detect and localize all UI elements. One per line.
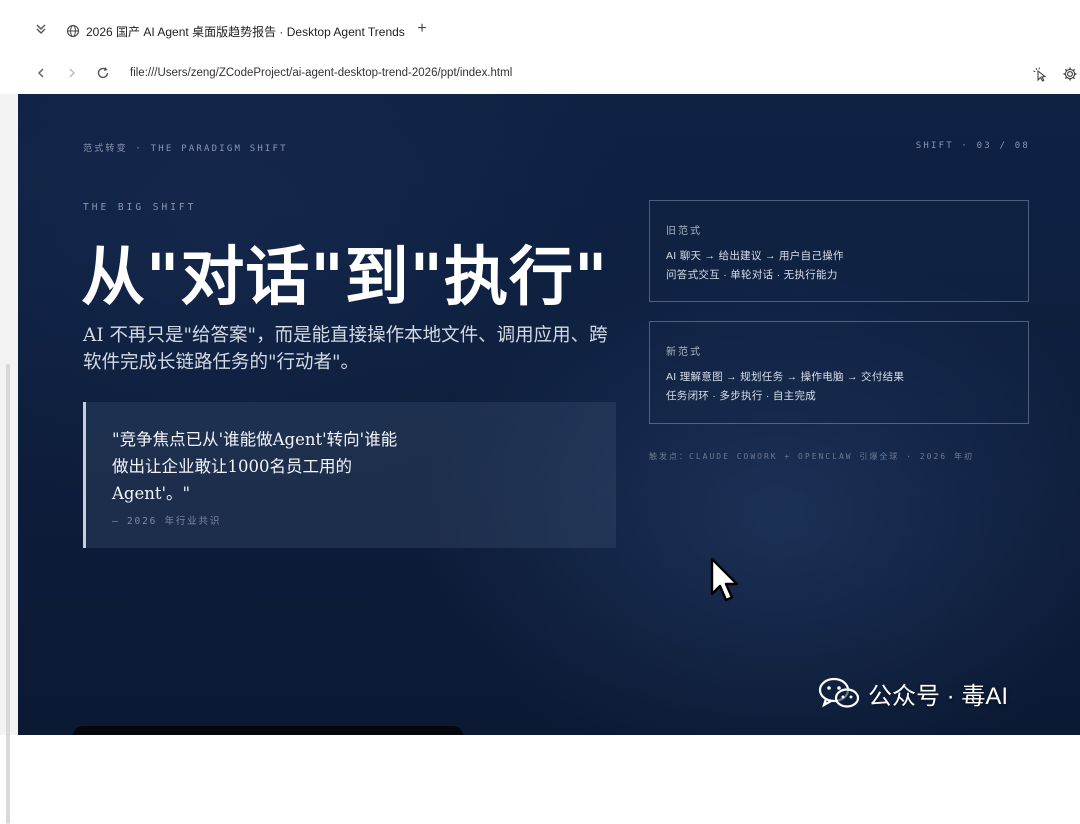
reload-button[interactable] [95, 66, 111, 82]
new-paradigm-label: 新范式 [666, 347, 702, 358]
arrow-right-icon [69, 68, 76, 78]
chevron-double-down-icon[interactable] [33, 22, 49, 38]
quote-text: "竞争焦点已从'谁能做Agent'转向'谁能做出让企业敢让1000名员工用的Ag… [112, 430, 398, 503]
bottom-navigation-bar[interactable] [73, 726, 463, 735]
arrow-left-icon [37, 68, 44, 78]
scrollbar-thumb[interactable] [6, 364, 10, 824]
watermark-text: 公众号 · 毒AI [868, 682, 1009, 710]
trigger-note: 触发点：CLAUDE COWORK + OPENCLAW 引爆全球 · 2026… [649, 452, 974, 461]
old-paradigm-label: 旧范式 [666, 226, 702, 237]
new-paradigm-traits: 任务闭环 · 多步执行 · 自主完成 [666, 390, 817, 402]
gear-icon[interactable] [1062, 66, 1078, 82]
globe-icon [66, 24, 80, 38]
old-paradigm-card: 旧范式 AI 聊天 → 给出建议 → 用户自己操作 问答式交互 · 单轮对话 ·… [649, 200, 1029, 302]
page-indicator: SHIFT · 03 / 08 [915, 141, 1030, 151]
presentation-slide: 范式转变 · THE PARADIGM SHIFT SHIFT · 03 / 0… [18, 94, 1080, 735]
eyebrow-label: THE BIG SHIFT [83, 202, 197, 213]
quote-source: — 2026 年行业共识 [112, 516, 222, 527]
cursor-sparkle-icon[interactable] [1032, 66, 1048, 82]
old-paradigm-traits: 问答式交互 · 单轮对话 · 无执行能力 [666, 269, 838, 281]
browser-address-bar: file:///Users/zeng/ZCodeProject/ai-agent… [0, 58, 1080, 94]
new-paradigm-flow: AI 理解意图 → 规划任务 → 操作电脑 → 交付结果 [666, 371, 905, 383]
slide-headline: 从"对话"到"执行" [81, 240, 609, 315]
back-button[interactable] [33, 66, 49, 82]
section-label: 范式转变 · THE PARADIGM SHIFT [83, 144, 288, 154]
new-tab-button[interactable]: + [413, 20, 431, 38]
watermark: 公众号 · 毒AI [818, 673, 1008, 713]
url-field[interactable]: file:///Users/zeng/ZCodeProject/ai-agent… [130, 67, 512, 79]
forward-button[interactable] [64, 66, 80, 82]
old-paradigm-flow: AI 聊天 → 给出建议 → 用户自己操作 [666, 250, 844, 262]
slide-subtitle: AI 不再只是"给答案"，而是能直接操作本地文件、调用应用、跨软件完成长链路任务… [83, 325, 608, 373]
reload-icon [97, 67, 109, 79]
wechat-icon [818, 676, 860, 710]
tab-title[interactable]: 2026 国产 AI Agent 桌面版趋势报告 · Desktop Agent… [86, 23, 405, 40]
new-paradigm-card: 新范式 AI 理解意图 → 规划任务 → 操作电脑 → 交付结果 任务闭环 · … [649, 321, 1029, 424]
quote-block: "竞争焦点已从'谁能做Agent'转向'谁能做出让企业敢让1000名员工用的Ag… [83, 402, 616, 548]
mouse-pointer-icon [708, 556, 742, 606]
page-scroll-gutter [0, 94, 18, 824]
browser-tab-bar: 2026 国产 AI Agent 桌面版趋势报告 · Desktop Agent… [0, 0, 1080, 60]
